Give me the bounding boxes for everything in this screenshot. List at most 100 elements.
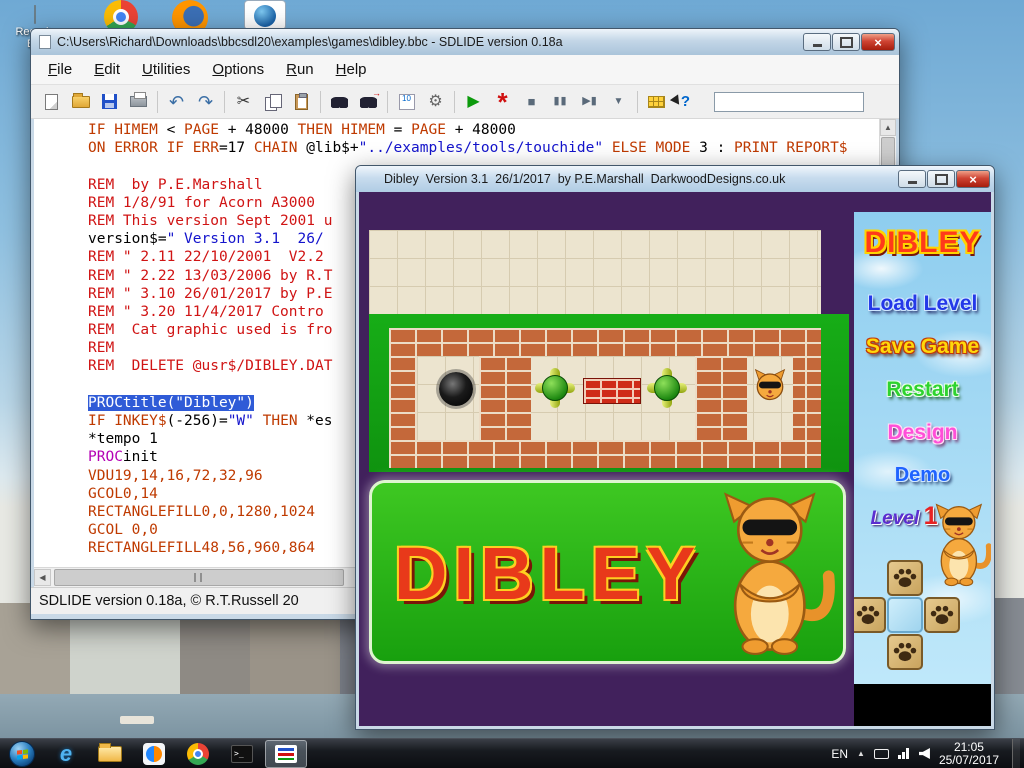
debug-button[interactable]: * — [489, 89, 516, 114]
code-line[interactable]: IF HIMEM < PAGE + 48000 THEN HIMEM = PAG… — [88, 122, 879, 140]
screen-black-area — [854, 684, 991, 726]
redo-icon: ↷ — [198, 93, 213, 111]
level-label: Level — [871, 508, 920, 529]
paste-icon — [295, 94, 308, 110]
menu-design[interactable]: Design — [854, 419, 991, 446]
menu-restart[interactable]: Restart — [854, 376, 991, 403]
menu-load-level[interactable]: Load Level — [854, 290, 991, 317]
keyboard-icon[interactable] — [874, 749, 889, 759]
command-prompt-icon: >_ — [231, 745, 253, 763]
find-button[interactable] — [326, 89, 353, 114]
more-tools-button[interactable]: ▼ — [605, 89, 632, 114]
more-tools-icon: ▼ — [614, 97, 624, 107]
taskbar-media-player[interactable] — [133, 740, 175, 768]
show-desktop-button[interactable] — [1012, 739, 1020, 768]
sidebar-menu: Load Level Save Game Restart Design Demo — [854, 290, 991, 489]
taskbar-start[interactable] — [1, 740, 43, 768]
taskbar-bbc-basic-running[interactable] — [265, 740, 307, 768]
menu-utilities[interactable]: Utilities — [131, 57, 201, 82]
game-screen[interactable]: DIBLEY DIBLEY Load LevelSave GameRestart… — [359, 192, 991, 726]
settings-button[interactable]: ⚙ — [422, 89, 449, 114]
clock[interactable]: 21:05 25/07/2017 — [939, 741, 1003, 767]
red-brick-block — [583, 378, 641, 404]
ide-close-button[interactable]: × — [861, 33, 895, 51]
toolbar-separator — [316, 91, 325, 113]
undo-button[interactable]: ↶ — [163, 89, 190, 114]
context-help-button[interactable]: ? — [672, 89, 699, 114]
game-maximize-button[interactable] — [927, 170, 955, 188]
code-line[interactable]: ON ERROR IF ERR=17 CHAIN @lib$+"../examp… — [88, 140, 879, 158]
taskbar-internet-explorer[interactable]: e — [45, 740, 87, 768]
ide-minimize-button[interactable] — [803, 33, 831, 51]
line-numbers-icon: 10 — [399, 94, 415, 110]
valve-sprite — [647, 368, 687, 408]
search-input[interactable] — [714, 92, 864, 112]
print-icon — [130, 96, 147, 107]
stop-button[interactable]: ■ — [518, 89, 545, 114]
building-silhouette — [180, 613, 250, 698]
menu-edit[interactable]: Edit — [83, 57, 131, 82]
volume-icon[interactable] — [919, 748, 930, 759]
new-file-icon — [45, 94, 58, 110]
brick-pillar — [479, 356, 531, 440]
step-button[interactable]: ▶▮ — [576, 89, 603, 114]
ide-menubar: FileEditUtilitiesOptionsRunHelp — [31, 55, 899, 85]
toolbar-separator — [153, 91, 162, 113]
ide-maximize-button[interactable] — [832, 33, 860, 51]
new-file-button[interactable] — [38, 89, 65, 114]
menu-options[interactable]: Options — [201, 57, 275, 82]
taskbar-windows-explorer[interactable] — [89, 740, 131, 768]
run-icon: ▶ — [467, 94, 479, 110]
stop-icon: ■ — [528, 95, 536, 108]
paw-tile — [924, 597, 960, 633]
pause-button[interactable]: ▮▮ — [547, 89, 574, 114]
paw-tile — [854, 597, 886, 633]
game-logo-panel: DIBLEY — [369, 480, 846, 664]
copy-button[interactable] — [259, 89, 286, 114]
redo-button[interactable]: ↷ — [192, 89, 219, 114]
find-replace-button[interactable] — [355, 89, 382, 114]
immediate-mode-button[interactable] — [643, 89, 670, 114]
ide-toolbar: ↶ ↷ ✂ 10 ⚙ ▶ * ■ ▮▮ ▶▮ ▼? — [31, 85, 899, 119]
desktop-icon-bbc-app[interactable] — [244, 0, 286, 30]
taskbar-chrome[interactable] — [177, 740, 219, 768]
paste-button[interactable] — [288, 89, 315, 114]
language-indicator[interactable]: EN — [831, 747, 848, 761]
menu-file[interactable]: File — [37, 57, 83, 82]
open-file-button[interactable] — [67, 89, 94, 114]
scroll-left-arrow[interactable]: ◀ — [34, 569, 51, 586]
menu-save-game[interactable]: Save Game — [854, 333, 991, 360]
media-player-icon — [143, 743, 165, 765]
boat — [120, 716, 154, 724]
pause-icon: ▮▮ — [553, 96, 567, 107]
toolbar-separator — [383, 91, 392, 113]
print-button[interactable] — [125, 89, 152, 114]
scroll-up-arrow[interactable]: ▲ — [880, 119, 896, 136]
line-numbers-button[interactable]: 10 — [393, 89, 420, 114]
tile-strip — [369, 230, 821, 314]
ide-titlebar[interactable]: C:\Users\Richard\Downloads\bbcsdl20\exam… — [31, 29, 899, 55]
game-minimize-button[interactable] — [898, 170, 926, 188]
copy-icon — [265, 94, 281, 110]
windows-flag-icon — [17, 749, 28, 759]
game-titlebar[interactable]: Dibley Version 3.1 26/1/2017 by P.E.Mars… — [356, 166, 994, 192]
horizontal-scroll-thumb[interactable] — [54, 569, 344, 586]
cut-button[interactable]: ✂ — [230, 89, 257, 114]
bbc-basic-running-icon — [275, 745, 297, 763]
network-icon[interactable] — [898, 748, 910, 759]
settings-icon: ⚙ — [428, 94, 442, 110]
cut-icon: ✂ — [237, 94, 250, 110]
open-file-icon — [72, 96, 90, 108]
show-hidden-icons[interactable]: ▲ — [857, 749, 865, 758]
start-orb-icon — [9, 741, 35, 767]
run-button[interactable]: ▶ — [460, 89, 487, 114]
menu-run[interactable]: Run — [275, 57, 325, 82]
desktop: Recycle Bin C:\Users\Richard\Downloads\b… — [0, 0, 1024, 768]
menu-help[interactable]: Help — [325, 57, 378, 82]
valve-hub — [542, 375, 568, 401]
game-close-button[interactable]: × — [956, 170, 990, 188]
save-file-button[interactable] — [96, 89, 123, 114]
menu-demo[interactable]: Demo — [854, 462, 991, 489]
hole-sprite — [439, 372, 473, 406]
taskbar-command-prompt[interactable]: >_ — [221, 740, 263, 768]
